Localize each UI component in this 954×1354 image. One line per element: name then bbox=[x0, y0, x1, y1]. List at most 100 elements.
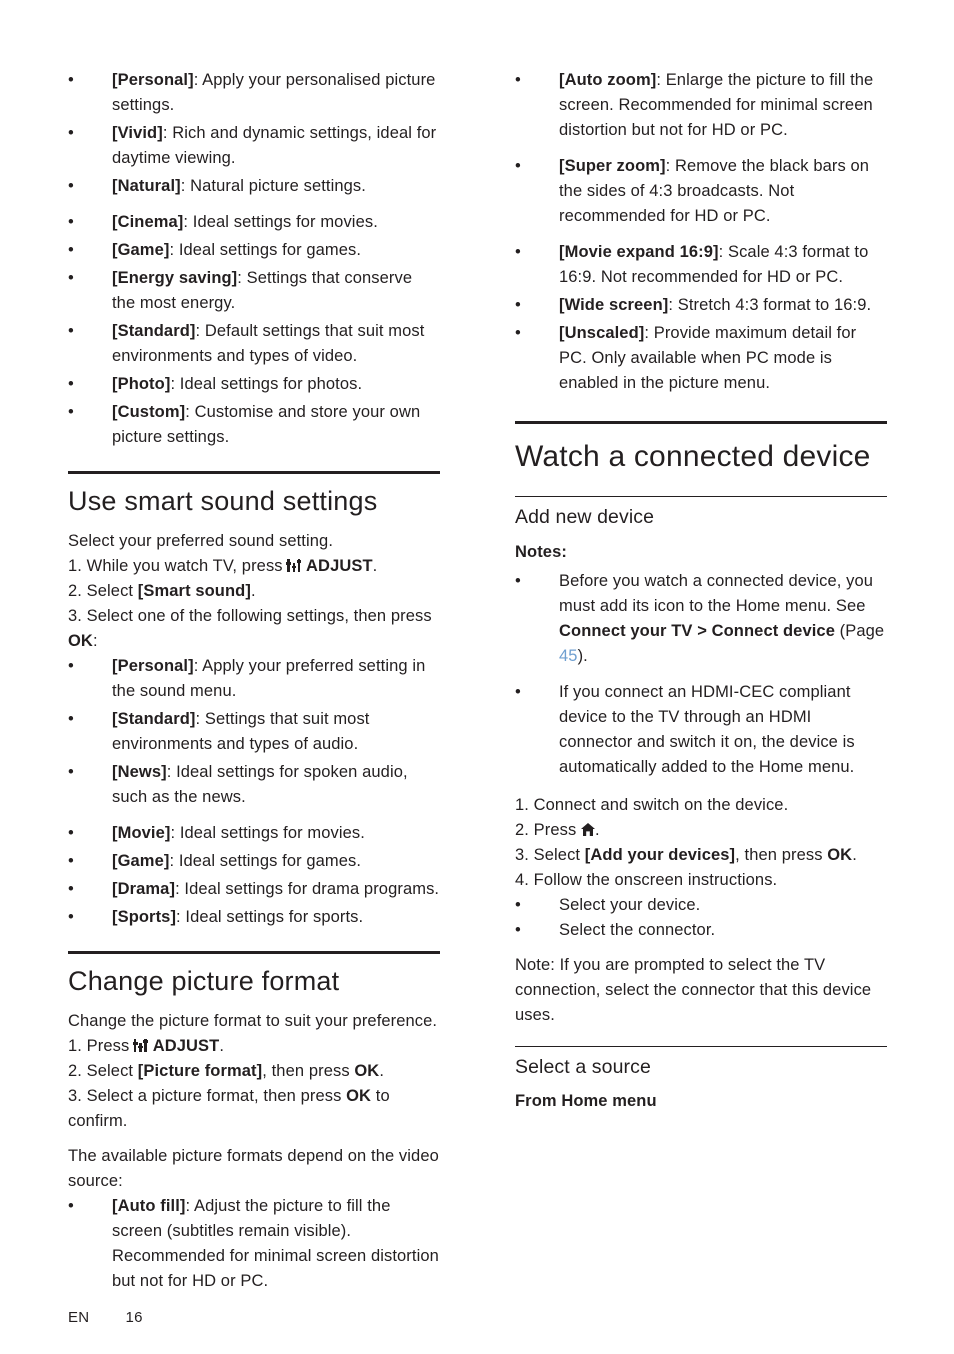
notes-label: Notes: bbox=[515, 543, 567, 561]
term-text: : Ideal settings for movies. bbox=[170, 824, 365, 842]
term-label: [Cinema] bbox=[112, 213, 184, 231]
smart-sound-intro: Select your preferred sound setting. bbox=[68, 532, 333, 550]
adjust-icon bbox=[286, 559, 302, 572]
picture-format-step-1: 1. Press ADJUST. bbox=[68, 1037, 224, 1055]
bullet-dot: • bbox=[68, 375, 74, 393]
list-item: • [Custom]: Customise and store your own … bbox=[68, 400, 440, 450]
bullet-dot: • bbox=[515, 157, 521, 175]
add-device-closing-note: Note: If you are prompted to select the … bbox=[515, 956, 872, 1024]
list-item: • [Photo]: Ideal settings for photos. bbox=[68, 372, 440, 397]
bullet-dot: • bbox=[68, 71, 74, 89]
heading-change-picture-format: Change picture format bbox=[68, 951, 440, 1003]
list-item: • [Game]: Ideal settings for games. bbox=[68, 849, 440, 874]
term-label: [Personal] bbox=[112, 71, 194, 89]
picture-format-step-3: 3. Select a picture format, then press O… bbox=[68, 1087, 390, 1130]
list-item: • [Personal]: Apply your personalised pic… bbox=[68, 68, 440, 118]
bullet-dot: • bbox=[68, 124, 74, 142]
bullet-dot: • bbox=[515, 683, 521, 701]
note-text: Before you watch a connected device, you… bbox=[559, 572, 874, 615]
smart-sound-step-1: 1. While you watch TV, press ADJUST. bbox=[68, 557, 378, 575]
bullet-dot: • bbox=[68, 657, 74, 675]
footer-page-number: 16 bbox=[125, 1309, 143, 1326]
bullet-dot: • bbox=[68, 852, 74, 870]
list-item: • [Wide screen]: Stretch 4:3 format to 16… bbox=[515, 293, 887, 318]
list-item: • [Auto fill]: Adjust the picture to fill… bbox=[68, 1194, 440, 1294]
list-item: • Before you watch a connected device, yo… bbox=[515, 569, 887, 669]
bullet-dot: • bbox=[68, 908, 74, 926]
add-device-step-2: 2. Press . bbox=[515, 821, 600, 839]
substep-text: Select the connector. bbox=[559, 921, 716, 939]
bullet-dot: • bbox=[68, 213, 74, 231]
manual-page: • [Personal]: Apply your personalised pic… bbox=[0, 0, 954, 1354]
term-label: [Auto zoom] bbox=[559, 71, 657, 89]
add-device-notes-list: • Before you watch a connected device, yo… bbox=[515, 569, 887, 780]
bullet-dot: • bbox=[515, 296, 521, 314]
list-item: • [Super zoom]: Remove the black bars on … bbox=[515, 154, 887, 229]
page-footer: EN 16 bbox=[68, 1309, 143, 1326]
term-label: [Vivid] bbox=[112, 124, 163, 142]
list-item: • [Movie expand 16:9]: Scale 4:3 format t… bbox=[515, 240, 887, 290]
term-text: : Ideal settings for sports. bbox=[176, 908, 364, 926]
term-label: [Movie expand 16:9] bbox=[559, 243, 719, 261]
note-emphasis: Connect your TV > Connect device bbox=[559, 622, 835, 640]
bullet-dot: • bbox=[68, 880, 74, 898]
term-text: : Ideal settings for games. bbox=[169, 852, 362, 870]
list-item: • [Unscaled]: Provide maximum detail for … bbox=[515, 321, 887, 396]
bullet-dot: • bbox=[515, 243, 521, 261]
bullet-dot: • bbox=[515, 71, 521, 89]
bullet-dot: • bbox=[68, 241, 74, 259]
term-label: [Sports] bbox=[112, 908, 177, 926]
list-item: • [Auto zoom]: Enlarge the picture to fil… bbox=[515, 68, 887, 143]
term-label: [Game] bbox=[112, 852, 170, 870]
list-item: • Select the connector. bbox=[515, 918, 887, 943]
list-item: • If you connect an HDMI-CEC compliant de… bbox=[515, 680, 887, 780]
heading-select-a-source: Select a source bbox=[515, 1046, 887, 1084]
smart-sound-step-3: 3. Select one of the following settings,… bbox=[68, 607, 432, 650]
page-reference-link[interactable]: 45 bbox=[559, 647, 578, 665]
substep-text: Select your device. bbox=[559, 896, 701, 914]
term-label: [Standard] bbox=[112, 322, 196, 340]
footer-language: EN bbox=[68, 1309, 90, 1326]
bullet-dot: • bbox=[515, 572, 521, 590]
picture-format-step-2: 2. Select [Picture format], then press O… bbox=[68, 1062, 384, 1080]
subheading-from-home-menu: From Home menu bbox=[515, 1092, 657, 1110]
add-device-step-3: 3. Select [Add your devices], then press… bbox=[515, 846, 857, 864]
list-item: • [Standard]: Settings that suit most env… bbox=[68, 707, 440, 757]
bullet-dot: • bbox=[515, 921, 521, 939]
list-item: • [Standard]: Default settings that suit … bbox=[68, 319, 440, 369]
list-item: • [Movie]: Ideal settings for movies. bbox=[68, 821, 440, 846]
term-label: [Photo] bbox=[112, 375, 171, 393]
term-label: [Personal] bbox=[112, 657, 194, 675]
term-label: [Movie] bbox=[112, 824, 171, 842]
term-text: : Stretch 4:3 format to 16:9. bbox=[668, 296, 872, 314]
bullet-dot: • bbox=[68, 824, 74, 842]
smart-sound-list: • [Personal]: Apply your preferred settin… bbox=[68, 654, 440, 930]
term-label: [Auto fill] bbox=[112, 1197, 186, 1215]
term-label: [Drama] bbox=[112, 880, 176, 898]
heading-use-smart-sound-settings: Use smart sound settings bbox=[68, 471, 440, 523]
bullet-dot: • bbox=[68, 322, 74, 340]
bullet-dot: • bbox=[68, 1197, 74, 1215]
add-device-substeps-list: • Select your device. • Select the connect… bbox=[515, 893, 887, 943]
adjust-icon bbox=[133, 1039, 148, 1052]
bullet-dot: • bbox=[515, 324, 521, 342]
heading-watch-a-connected-device: Watch a connected device bbox=[515, 421, 887, 482]
bullet-dot: • bbox=[68, 269, 74, 287]
list-item: • [Drama]: Ideal settings for drama progr… bbox=[68, 877, 440, 902]
picture-format-intro: Change the picture format to suit your p… bbox=[68, 1012, 438, 1030]
bullet-dot: • bbox=[68, 403, 74, 421]
list-item: • Select your device. bbox=[515, 893, 887, 918]
picture-settings-list: • [Personal]: Apply your personalised pic… bbox=[68, 68, 440, 450]
heading-add-new-device: Add new device bbox=[515, 496, 887, 534]
list-item: • [Personal]: Apply your preferred settin… bbox=[68, 654, 440, 704]
add-device-step-4: 4. Follow the onscreen instructions. bbox=[515, 871, 778, 889]
term-label: [Wide screen] bbox=[559, 296, 669, 314]
term-label: [Unscaled] bbox=[559, 324, 645, 342]
term-label: [Super zoom] bbox=[559, 157, 666, 175]
list-item: • [Natural]: Natural picture settings. bbox=[68, 174, 440, 199]
list-item: • [Energy saving]: Settings that conserve… bbox=[68, 266, 440, 316]
term-text: : Ideal settings for photos. bbox=[170, 375, 363, 393]
list-item: • [Vivid]: Rich and dynamic settings, ide… bbox=[68, 121, 440, 171]
term-text: : Ideal settings for movies. bbox=[183, 213, 378, 231]
term-text: : Ideal settings for games. bbox=[169, 241, 362, 259]
